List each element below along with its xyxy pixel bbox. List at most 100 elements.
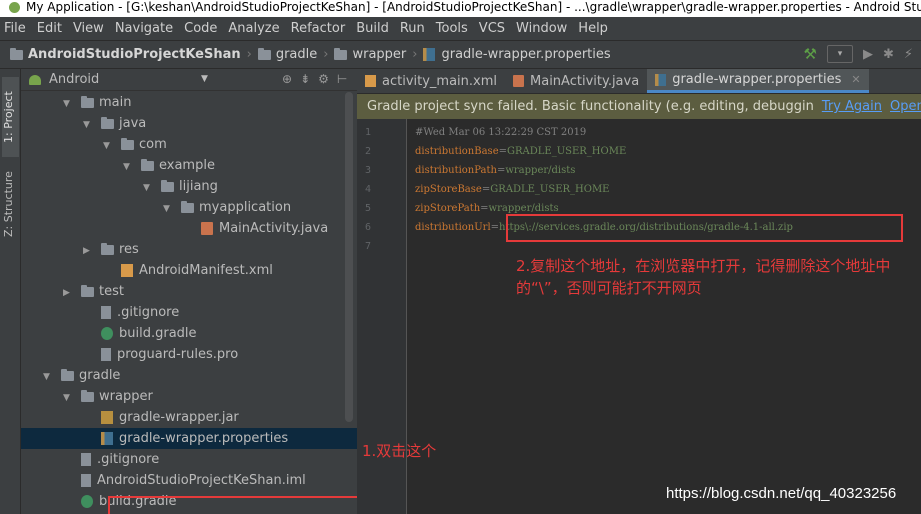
hammer-icon[interactable]: ⚒: [804, 45, 817, 63]
menu-file[interactable]: File: [4, 21, 26, 36]
tab-gradle-wrapper-properties[interactable]: gradle-wrapper.properties ✕: [647, 69, 869, 93]
tree-row[interactable]: ▼ main: [21, 92, 357, 113]
chevron-right-icon[interactable]: ▶: [83, 241, 93, 262]
tree-row[interactable]: .gitignore: [21, 302, 357, 323]
tree-row[interactable]: ▼ lijiang: [21, 176, 357, 197]
tree-row[interactable]: .gitignore: [21, 449, 357, 470]
tree-row[interactable]: ▼ wrapper: [21, 386, 357, 407]
close-icon[interactable]: ✕: [851, 73, 860, 86]
tree-row[interactable]: AndroidManifest.xml: [21, 260, 357, 281]
property-key: zipStorePath: [415, 203, 481, 214]
tree-label: AndroidStudioProjectKeShan.iml: [97, 473, 306, 488]
menu-code[interactable]: Code: [184, 21, 217, 36]
tree-label: res: [119, 242, 139, 257]
menu-vcs[interactable]: VCS: [479, 21, 505, 36]
tree-row[interactable]: ▼ java: [21, 113, 357, 134]
structure-tool-tab[interactable]: Z: Structure: [2, 164, 19, 244]
equals-sign: =: [490, 222, 500, 233]
run-icon[interactable]: ▶: [863, 47, 873, 62]
tree-row[interactable]: proguard-rules.pro: [21, 344, 357, 365]
chevron-right-icon[interactable]: ▶: [63, 283, 73, 304]
project-view-mode: Android: [49, 72, 100, 87]
folder-icon: [101, 116, 114, 129]
tree-row[interactable]: ▶ res: [21, 239, 357, 260]
try-again-link[interactable]: Try Again: [822, 99, 882, 114]
breadcrumb-file[interactable]: gradle-wrapper.properties: [441, 47, 610, 62]
tree-label: main: [99, 95, 132, 110]
tree-row[interactable]: AndroidStudioProjectKeShan.iml: [21, 470, 357, 491]
tree-row[interactable]: gradle-wrapper.jar: [21, 407, 357, 428]
tree-row[interactable]: MainActivity.java: [21, 218, 357, 239]
sync-icon[interactable]: ⊕: [282, 72, 292, 86]
folder-icon: [81, 284, 94, 297]
menu-edit[interactable]: Edit: [37, 21, 62, 36]
code-line: zipStoreBase=GRADLE_USER_HOME: [415, 184, 609, 195]
tree-row[interactable]: ▶ test: [21, 281, 357, 302]
window-title-bar: My Application - [G:\keshan\AndroidStudi…: [0, 0, 921, 17]
tree-row[interactable]: gradle-wrapper.properties: [21, 428, 357, 449]
chevron-down-icon[interactable]: ▼: [63, 388, 73, 409]
breadcrumb-project[interactable]: AndroidStudioProjectKeShan: [28, 47, 241, 62]
tab-activity-main-xml[interactable]: activity_main.xml: [357, 69, 505, 93]
breadcrumb: AndroidStudioProjectKeShan › gradle › wr…: [0, 41, 921, 69]
tree-label: wrapper: [99, 389, 153, 404]
tree-label: test: [99, 284, 124, 299]
tree-row[interactable]: build.gradle: [21, 323, 357, 344]
tab-main-activity-java[interactable]: MainActivity.java: [505, 69, 647, 93]
tree-row[interactable]: ▼ gradle: [21, 365, 357, 386]
equals-sign: =: [498, 146, 507, 157]
menu-bar: File Edit View Navigate Code Analyze Ref…: [0, 17, 921, 41]
xml-file-icon: [365, 75, 376, 87]
open-messages-link[interactable]: Open 'Messag: [890, 99, 921, 114]
tree-label: gradle: [79, 368, 121, 383]
chevron-down-icon: ▼: [201, 74, 208, 84]
code-comment: #Wed Mar 06 13:22:29 CST 2019: [415, 127, 587, 138]
project-view-selector[interactable]: Android ▼ ⊕ ⇟ ⚙ ⊢: [21, 69, 357, 91]
chevron-down-icon[interactable]: ▼: [63, 94, 73, 115]
tree-row[interactable]: ▼ com: [21, 134, 357, 155]
chevron-down-icon[interactable]: ▼: [103, 136, 113, 157]
tree-row[interactable]: ▼ myapplication: [21, 197, 357, 218]
run-config-dropdown[interactable]: ▾: [826, 45, 853, 63]
properties-file-icon: [655, 73, 667, 86]
menu-help[interactable]: Help: [578, 21, 608, 36]
chevron-down-icon[interactable]: ▼: [43, 367, 53, 388]
project-tool-tab[interactable]: 1: Project: [2, 77, 19, 157]
chevron-down-icon[interactable]: ▼: [163, 199, 173, 220]
android-icon: [29, 74, 41, 85]
property-value: GRADLE_USER_HOME: [507, 146, 627, 157]
xml-file-icon: [121, 264, 133, 277]
tree-label: AndroidManifest.xml: [139, 263, 273, 278]
hide-icon[interactable]: ⊢: [337, 72, 347, 86]
chevron-down-icon[interactable]: ▼: [143, 178, 153, 199]
menu-window[interactable]: Window: [516, 21, 567, 36]
tree-label: MainActivity.java: [219, 221, 329, 236]
java-file-icon: [201, 222, 213, 235]
menu-build[interactable]: Build: [356, 21, 389, 36]
menu-tools[interactable]: Tools: [436, 21, 468, 36]
collapse-icon[interactable]: ⇟: [300, 72, 310, 86]
debug-icon[interactable]: ✱: [883, 47, 894, 62]
menu-navigate[interactable]: Navigate: [115, 21, 173, 36]
equals-sign: =: [480, 203, 489, 214]
menu-view[interactable]: View: [73, 21, 104, 36]
banner-text: Gradle project sync failed. Basic functi…: [367, 99, 814, 114]
folder-icon: [121, 137, 134, 150]
attach-icon[interactable]: ⚡: [904, 47, 913, 62]
tree-row[interactable]: ▼ example: [21, 155, 357, 176]
watermark: https://blog.csdn.net/qq_40323256: [666, 485, 897, 502]
project-scrollbar[interactable]: [345, 92, 353, 422]
menu-refactor[interactable]: Refactor: [291, 21, 346, 36]
gradle-file-icon: [101, 327, 113, 340]
chevron-down-icon[interactable]: ▼: [123, 157, 133, 178]
chevron-down-icon[interactable]: ▼: [83, 115, 93, 136]
folder-icon: [161, 179, 174, 192]
line-number: 5: [364, 203, 371, 214]
code-editor[interactable]: 1 2 3 4 5 6 7 #Wed Mar 06 13:22:29 CST 2019 dis…: [357, 119, 921, 514]
menu-analyze[interactable]: Analyze: [228, 21, 279, 36]
breadcrumb-wrapper[interactable]: wrapper: [352, 47, 406, 62]
annotation-step-1: 1.双击这个: [362, 442, 437, 460]
breadcrumb-gradle[interactable]: gradle: [276, 47, 317, 62]
gear-icon[interactable]: ⚙: [318, 72, 329, 86]
menu-run[interactable]: Run: [400, 21, 425, 36]
